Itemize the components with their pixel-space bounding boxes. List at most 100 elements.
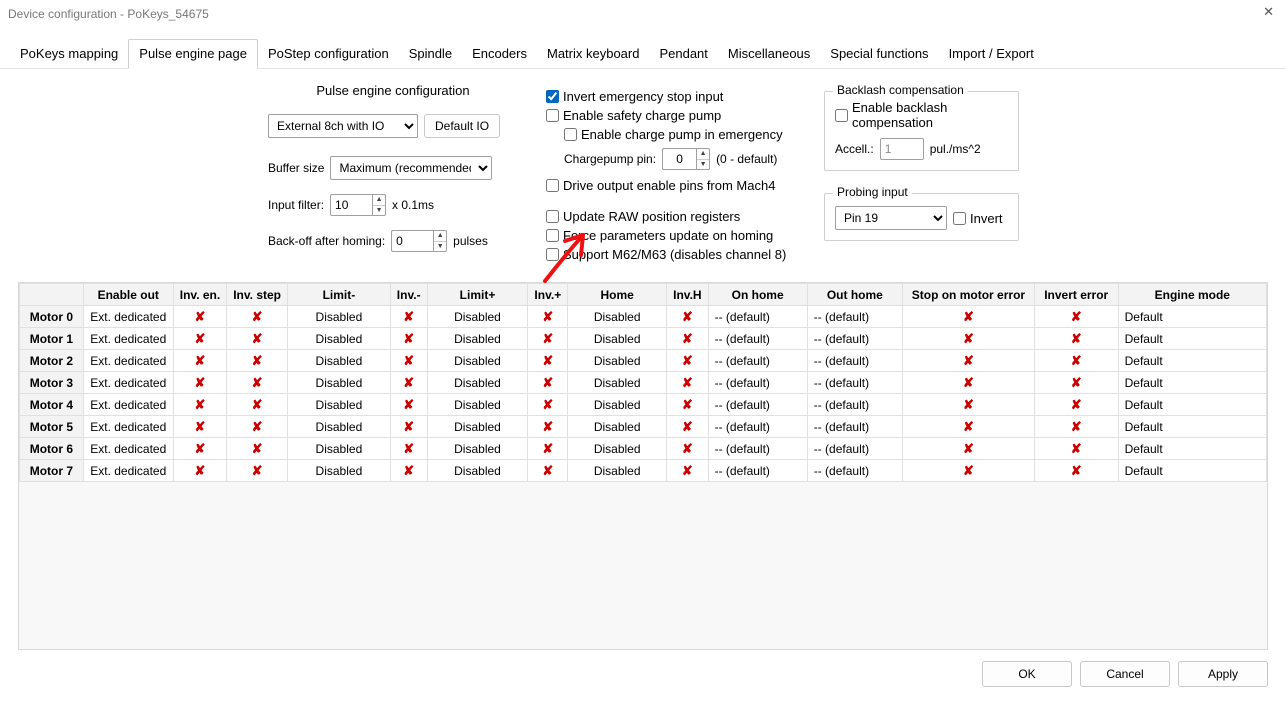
x-icon: ✘ [542, 441, 553, 456]
x-icon: ✘ [682, 463, 693, 478]
col-inv-en-[interactable]: Inv. en. [173, 284, 226, 306]
chargepin-label: Chargepump pin: [564, 152, 656, 166]
chargepin-note: (0 - default) [716, 152, 777, 166]
table-row[interactable]: Motor 2Ext. dedicated✘✘Disabled✘Disabled… [20, 350, 1267, 372]
tab-spindle[interactable]: Spindle [399, 40, 462, 68]
col-limit-[interactable]: Limit+ [427, 284, 528, 306]
table-row[interactable]: Motor 0Ext. dedicated✘✘Disabled✘Disabled… [20, 306, 1267, 328]
col-inv-[interactable]: Inv.- [390, 284, 427, 306]
m62-checkbox[interactable]: Support M62/M63 (disables channel 8) [546, 247, 796, 262]
x-icon: ✘ [403, 397, 414, 412]
force-params-checkbox[interactable]: Force parameters update on homing [546, 228, 796, 243]
probe-pin-select[interactable]: Pin 19 [835, 206, 947, 230]
x-icon: ✘ [252, 419, 263, 434]
right-panel: Backlash compensation Enable backlash co… [824, 83, 1024, 262]
x-icon: ✘ [195, 331, 206, 346]
motor-table[interactable]: Enable outInv. en.Inv. stepLimit-Inv.-Li… [19, 283, 1267, 482]
pulse-heading: Pulse engine configuration [268, 83, 518, 98]
x-icon: ✘ [195, 353, 206, 368]
x-icon: ✘ [963, 353, 974, 368]
probing-legend: Probing input [833, 185, 912, 199]
col-stop-on-motor-error[interactable]: Stop on motor error [902, 284, 1034, 306]
backoff-unit: pulses [453, 234, 488, 248]
x-icon: ✘ [682, 419, 693, 434]
backlash-group: Backlash compensation Enable backlash co… [824, 91, 1019, 171]
x-icon: ✘ [963, 419, 974, 434]
backoff-spin[interactable]: ▲▼ [433, 230, 447, 252]
x-icon: ✘ [195, 463, 206, 478]
pump-emergency-checkbox[interactable]: Enable charge pump in emergency [564, 127, 796, 142]
col-invert-error[interactable]: Invert error [1034, 284, 1118, 306]
table-row[interactable]: Motor 7Ext. dedicated✘✘Disabled✘Disabled… [20, 460, 1267, 482]
x-icon: ✘ [1071, 375, 1082, 390]
tab-postep-configuration[interactable]: PoStep configuration [258, 40, 399, 68]
table-row[interactable]: Motor 5Ext. dedicated✘✘Disabled✘Disabled… [20, 416, 1267, 438]
input-filter-label: Input filter: [268, 198, 324, 212]
pulse-engine-panel: Pulse engine configuration External 8ch … [268, 83, 518, 262]
col-enable-out[interactable]: Enable out [83, 284, 173, 306]
cancel-button[interactable]: Cancel [1080, 661, 1170, 687]
col-limit-[interactable]: Limit- [288, 284, 391, 306]
x-icon: ✘ [682, 397, 693, 412]
safety-pump-checkbox[interactable]: Enable safety charge pump [546, 108, 796, 123]
tab-pokeys-mapping[interactable]: PoKeys mapping [10, 40, 128, 68]
input-filter-spin[interactable]: ▲▼ [372, 194, 386, 216]
tab-miscellaneous[interactable]: Miscellaneous [718, 40, 820, 68]
input-filter-field[interactable] [330, 194, 372, 216]
x-icon: ✘ [1071, 463, 1082, 478]
accel-label: Accell.: [835, 142, 874, 156]
default-io-button[interactable]: Default IO [424, 114, 500, 138]
x-icon: ✘ [252, 353, 263, 368]
update-raw-checkbox[interactable]: Update RAW position registers [546, 209, 796, 224]
ok-button[interactable]: OK [982, 661, 1072, 687]
x-icon: ✘ [252, 463, 263, 478]
x-icon: ✘ [403, 441, 414, 456]
chargepin-spin[interactable]: ▲▼ [696, 148, 710, 170]
probing-group: Probing input Pin 19 Invert [824, 193, 1019, 241]
x-icon: ✘ [542, 397, 553, 412]
backoff-field[interactable] [391, 230, 433, 252]
apply-button[interactable]: Apply [1178, 661, 1268, 687]
invert-estop-checkbox[interactable]: Invert emergency stop input [546, 89, 796, 104]
close-icon[interactable]: ✕ [1263, 4, 1274, 20]
col-out-home[interactable]: Out home [807, 284, 902, 306]
col-engine-mode[interactable]: Engine mode [1118, 284, 1266, 306]
drive-enable-checkbox[interactable]: Drive output enable pins from Mach4 [546, 178, 796, 193]
tab-matrix-keyboard[interactable]: Matrix keyboard [537, 40, 649, 68]
table-row[interactable]: Motor 1Ext. dedicated✘✘Disabled✘Disabled… [20, 328, 1267, 350]
backlash-enable-checkbox[interactable]: Enable backlash compensation [835, 100, 1008, 130]
col-on-home[interactable]: On home [708, 284, 807, 306]
x-icon: ✘ [195, 375, 206, 390]
x-icon: ✘ [1071, 331, 1082, 346]
x-icon: ✘ [542, 419, 553, 434]
x-icon: ✘ [1071, 353, 1082, 368]
buffer-label: Buffer size [268, 161, 324, 175]
x-icon: ✘ [403, 309, 414, 324]
dialog-footer: OK Cancel Apply [982, 661, 1268, 687]
tabbar: PoKeys mappingPulse engine pagePoStep co… [0, 38, 1286, 69]
x-icon: ✘ [963, 441, 974, 456]
table-row[interactable]: Motor 6Ext. dedicated✘✘Disabled✘Disabled… [20, 438, 1267, 460]
buffer-size-select[interactable]: Maximum (recommended) [330, 156, 492, 180]
col-inv-step[interactable]: Inv. step [227, 284, 288, 306]
tab-import-export[interactable]: Import / Export [939, 40, 1044, 68]
x-icon: ✘ [252, 375, 263, 390]
tab-pendant[interactable]: Pendant [649, 40, 717, 68]
table-row[interactable]: Motor 4Ext. dedicated✘✘Disabled✘Disabled… [20, 394, 1267, 416]
x-icon: ✘ [542, 331, 553, 346]
x-icon: ✘ [195, 441, 206, 456]
probe-invert-checkbox[interactable]: Invert [953, 211, 1003, 226]
col-inv-[interactable]: Inv.+ [528, 284, 568, 306]
table-row[interactable]: Motor 3Ext. dedicated✘✘Disabled✘Disabled… [20, 372, 1267, 394]
chargepin-field[interactable] [662, 148, 696, 170]
col-home[interactable]: Home [568, 284, 667, 306]
col-inv-h[interactable]: Inv.H [667, 284, 708, 306]
x-icon: ✘ [1071, 441, 1082, 456]
tab-special-functions[interactable]: Special functions [820, 40, 938, 68]
options-panel: Invert emergency stop input Enable safet… [546, 89, 796, 262]
tab-encoders[interactable]: Encoders [462, 40, 537, 68]
x-icon: ✘ [542, 375, 553, 390]
x-icon: ✘ [252, 309, 263, 324]
tab-pulse-engine-page[interactable]: Pulse engine page [128, 39, 258, 69]
engine-type-select[interactable]: External 8ch with IO [268, 114, 418, 138]
